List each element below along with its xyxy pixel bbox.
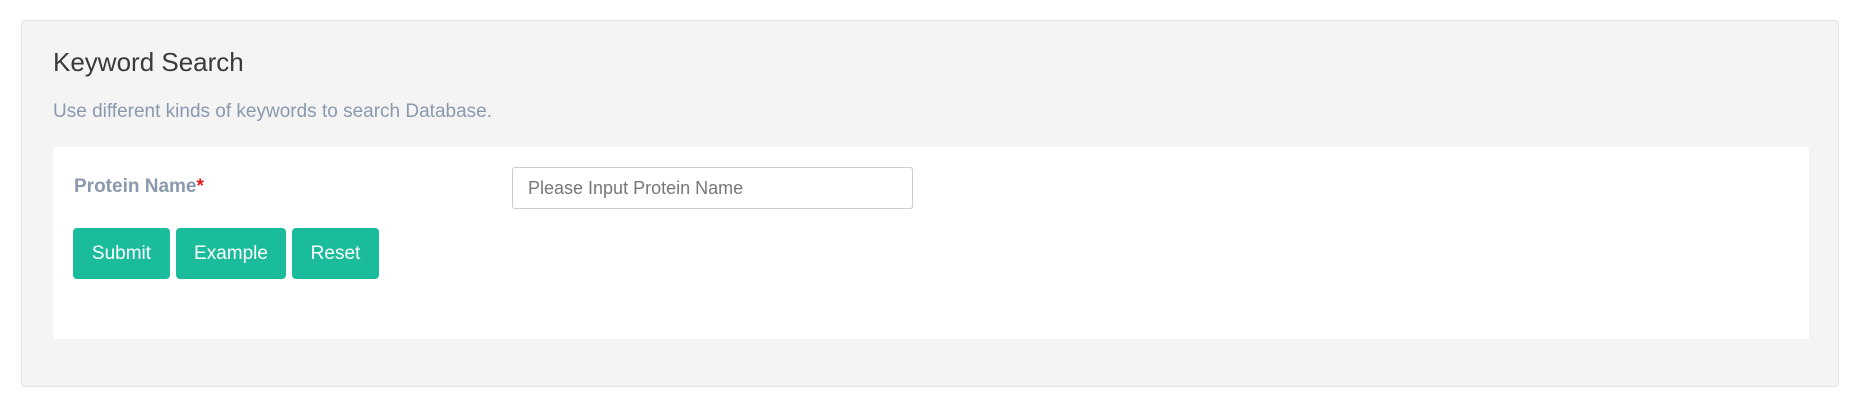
button-row: Submit Example Reset [73, 228, 379, 279]
protein-name-label: Protein Name* [74, 175, 204, 200]
panel-title: Keyword Search [53, 47, 244, 77]
example-button[interactable]: Example [176, 228, 286, 279]
keyword-search-panel: Keyword Search Use different kinds of ke… [21, 20, 1839, 387]
protein-name-label-text: Protein Name [74, 176, 197, 197]
reset-button[interactable]: Reset [292, 228, 379, 279]
panel-description: Use different kinds of keywords to searc… [53, 101, 492, 122]
search-form: Protein Name* Submit Example Reset [53, 147, 1809, 339]
submit-button[interactable]: Submit [73, 228, 170, 279]
protein-name-input[interactable] [512, 167, 913, 209]
required-marker: * [196, 176, 204, 197]
